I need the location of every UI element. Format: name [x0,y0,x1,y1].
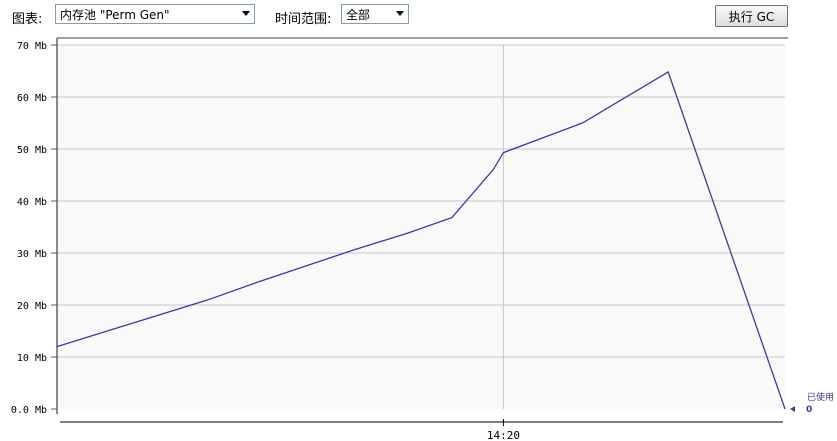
time-range-select[interactable]: 全部 [341,4,409,24]
legend-label: 已使用 [807,391,834,403]
y-tick-label: 10 Mb [17,353,47,364]
chart-select-value: 内存池 "Perm Gen" [60,7,170,22]
x-tick-label: 14:20 [487,429,520,441]
legend-marker-icon [790,406,795,412]
y-tick-label: 70 Mb [17,41,47,52]
chevron-down-icon [242,11,250,16]
y-tick-label: 20 Mb [17,301,47,312]
y-tick-label: 0.0 Mb [11,405,47,416]
time-range-label: 时间范围: [275,12,332,27]
y-tick-label: 50 Mb [17,145,47,156]
memory-chart: 0.0 Mb 10 Mb 20 Mb 30 Mb 40 Mb 50 Mb 60 Mb 70 M… [11,37,834,441]
chevron-down-icon [396,11,404,16]
y-tick-label: 30 Mb [17,249,47,260]
run-gc-button[interactable]: 执行 GC [715,5,788,27]
plot-area [57,45,785,409]
run-gc-button-label: 执行 GC [728,9,775,24]
time-range-select-value: 全部 [346,7,371,22]
y-tick-label: 60 Mb [17,93,47,104]
chart-select[interactable]: 内存池 "Perm Gen" [55,4,255,24]
y-tick-label: 40 Mb [17,197,47,208]
chart-selector-label: 图表: [12,12,43,27]
legend-value: 0 [806,405,812,415]
